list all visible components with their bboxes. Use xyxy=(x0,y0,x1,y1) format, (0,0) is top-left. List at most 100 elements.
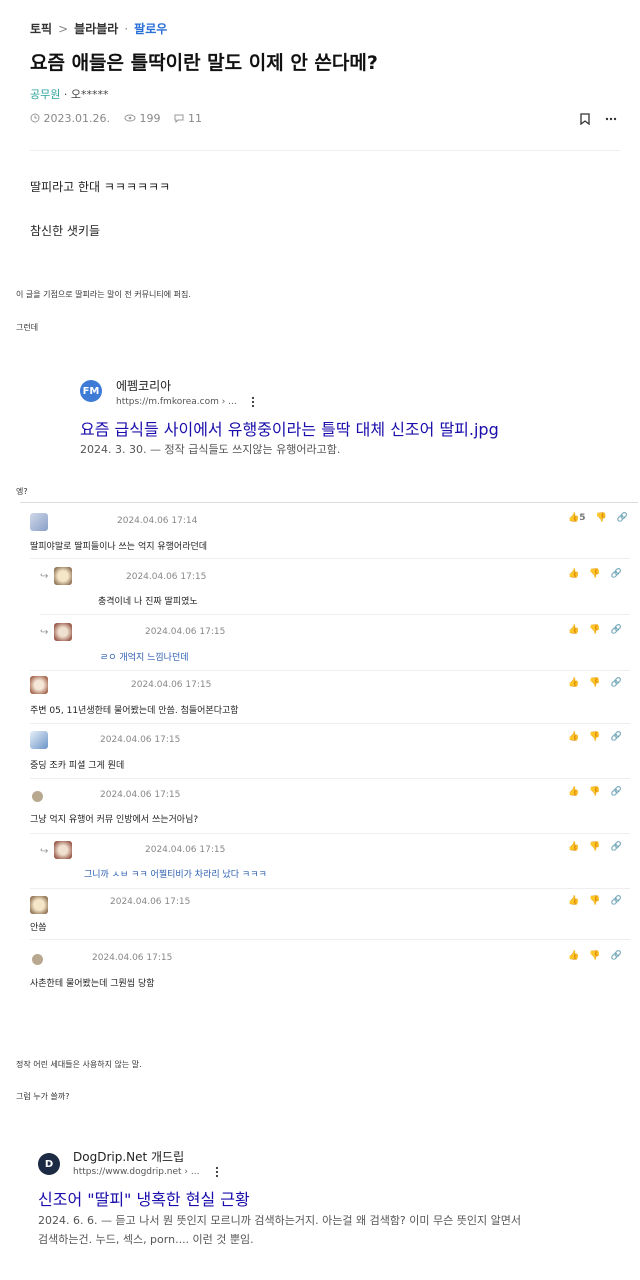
post-title: 요즘 애들은 틀딱이란 말도 이제 안 쓴다메? xyxy=(30,52,378,74)
thumb-down-icon[interactable]: 👎 xyxy=(595,513,606,523)
thumb-down-icon[interactable]: 👎 xyxy=(589,951,600,961)
link-icon[interactable]: 🔗 xyxy=(610,569,621,579)
comment-time: 2024.04.06 17:15 xyxy=(100,790,181,800)
avatar xyxy=(32,954,43,965)
reply-arrow-icon: ↪ xyxy=(40,846,49,857)
dogdrip-logo-icon: D xyxy=(38,1153,60,1175)
avatar xyxy=(30,896,48,914)
post-views: 199 xyxy=(124,112,161,125)
serp1-title-link[interactable]: 요즘 급식들 사이에서 유행중이라는 틀딱 대체 신조어 딸피.jpg xyxy=(80,416,499,440)
comment-text: 충격이네 나 진짜 딸피였노 xyxy=(98,597,198,607)
thumb-up-icon[interactable]: 👍 xyxy=(568,678,579,688)
more-icon[interactable] xyxy=(605,113,617,125)
link-icon[interactable]: 🔗 xyxy=(610,842,621,852)
bookmark-icon[interactable] xyxy=(580,113,590,125)
avatar xyxy=(54,623,72,641)
comment-actions: 👍 👎 🔗 xyxy=(568,625,622,635)
comment-time: 2024.04.06 17:15 xyxy=(145,845,226,855)
comment-time: 2024.04.06 17:15 xyxy=(131,680,212,690)
comment-actions: 👍 👎 🔗 xyxy=(568,951,622,961)
kebab-icon[interactable] xyxy=(250,396,256,408)
post-views-text: 199 xyxy=(139,112,161,125)
avatar xyxy=(30,513,48,531)
comment-row: 2024.04.06 17:15 그냥 억지 유행어 커뮤 인방에서 쓰는거아님… xyxy=(0,781,640,836)
follow-button[interactable]: 팔로우 xyxy=(134,20,167,37)
link-icon[interactable]: 🔗 xyxy=(617,513,628,523)
comment-time: 2024.04.06 17:15 xyxy=(145,627,226,637)
comment-row: 2024.04.06 17:15 중딩 조카 피셜 그게 뭔데 👍 👎 🔗 xyxy=(0,726,640,781)
post-date-text: 2023.01.26. xyxy=(43,112,110,125)
comment-actions: 👍 👎 🔗 xyxy=(568,678,622,688)
serp1-url[interactable]: https://m.fmkorea.com › ... xyxy=(116,397,237,407)
serp2-title-link[interactable]: 신조어 "딸피" 냉혹한 현실 근황 xyxy=(38,1186,250,1210)
thumb-up-icon[interactable]: 👍 xyxy=(568,787,579,797)
comment-time: 2024.04.06 17:15 xyxy=(110,897,191,907)
link-icon[interactable]: 🔗 xyxy=(610,951,621,961)
comment-actions: 👍5 👎 🔗 xyxy=(568,513,628,523)
thumb-down-icon[interactable]: 👎 xyxy=(589,787,600,797)
thumb-up-icon[interactable]: 👍 xyxy=(568,896,579,906)
serp2-snippet-line-1: 2024. 6. 6. — 듣고 나서 뭔 뜻인지 모르니까 검색하는거지. 아… xyxy=(38,1214,521,1227)
kebab-icon[interactable] xyxy=(214,1166,220,1178)
comment-text: 사촌한테 물어봤는데 그뭔씹 당함 xyxy=(30,979,155,989)
caption-4: 정작 어린 세대들은 사용하지 않는 말. xyxy=(16,1060,142,1069)
thumb-up-icon[interactable]: 👍 xyxy=(568,569,579,579)
eye-icon xyxy=(124,114,136,122)
comment-text: 주변 05, 11년생한테 물어봤는데 안씀. 첨들어본다고함 xyxy=(30,706,239,716)
thumb-down-icon[interactable]: 👎 xyxy=(589,625,600,635)
link-icon[interactable]: 🔗 xyxy=(610,625,621,635)
thumb-down-icon[interactable]: 👎 xyxy=(589,842,600,852)
fmkorea-logo-icon: FM xyxy=(80,380,102,402)
serp2-snippet-line-2: 검색하는건. 누드, 섹스, porn.... 이런 것 뿐임. xyxy=(38,1233,254,1246)
link-icon[interactable]: 🔗 xyxy=(610,732,621,742)
thumb-up-icon[interactable]: 👍 xyxy=(568,842,579,852)
comment-text: 그냥 억지 유행어 커뮤 인방에서 쓰는거아님? xyxy=(30,815,199,825)
thumb-up-icon[interactable]: 👍 xyxy=(568,732,579,742)
thumb-up-icon[interactable]: 👍5 xyxy=(568,513,585,523)
thumb-up-icon[interactable]: 👍 xyxy=(568,625,579,635)
serp2-url[interactable]: https://www.dogdrip.net › ... xyxy=(73,1167,199,1177)
serp1-snippet: 2024. 3. 30. — 정작 급식들도 쓰지않는 유행어라고함. xyxy=(80,443,341,456)
post-author: 공무원 · 오***** xyxy=(30,86,109,102)
thumb-down-icon[interactable]: 👎 xyxy=(589,732,600,742)
author-job[interactable]: 공무원 xyxy=(30,88,60,101)
post-date: 2023.01.26. xyxy=(30,112,110,125)
breadcrumb-dot: · xyxy=(124,21,129,36)
comment-actions: 👍 👎 🔗 xyxy=(568,732,622,742)
comment-text: 안씀 xyxy=(30,923,47,933)
link-icon[interactable]: 🔗 xyxy=(610,787,621,797)
comment-row-reply: ↪ 2024.04.06 17:15 ㄹㅇ 개억지 느낌나던데 👍 👎 🔗 xyxy=(0,615,640,671)
thumb-down-icon[interactable]: 👎 xyxy=(589,678,600,688)
breadcrumb: 토픽 > 블라블라 · 팔로우 xyxy=(30,20,167,37)
thumb-down-icon[interactable]: 👎 xyxy=(589,896,600,906)
post-comments: 11 xyxy=(174,112,202,125)
caption-1: 이 글을 기점으로 딸피라는 말이 전 커뮤니티에 퍼짐. xyxy=(16,290,191,299)
chevron-right-icon: > xyxy=(58,21,69,36)
serp1-site: 에펨코리아 xyxy=(116,379,172,393)
author-name: · 오***** xyxy=(63,88,109,101)
thumb-up-icon[interactable]: 👍 xyxy=(568,951,579,961)
breadcrumb-topic[interactable]: 토픽 xyxy=(30,20,52,37)
breadcrumb-board[interactable]: 블라블라 xyxy=(74,20,118,37)
link-icon[interactable]: 🔗 xyxy=(610,678,621,688)
comment-row: 2024.04.06 17:15 안씀 👍 👎 🔗 xyxy=(0,891,640,946)
row-divider xyxy=(30,723,630,724)
comment-icon xyxy=(174,114,184,124)
post-line-1: 딸피라고 한대 ㅋㅋㅋㅋㅋㅋ xyxy=(30,180,171,194)
reply-arrow-icon: ↪ xyxy=(40,571,49,582)
avatar xyxy=(54,841,72,859)
comment-row-reply: ↪ 2024.04.06 17:15 그니까 ㅅㅂ ㅋㅋ 어찔티비가 차라리 났… xyxy=(0,836,640,891)
avatar xyxy=(54,567,72,585)
like-count: 5 xyxy=(579,513,586,523)
link-icon[interactable]: 🔗 xyxy=(610,896,621,906)
avatar xyxy=(32,791,43,802)
clock-icon xyxy=(30,113,40,123)
post-comments-text: 11 xyxy=(187,112,202,125)
comment-time: 2024.04.06 17:15 xyxy=(100,735,181,745)
caption-3: 엥? xyxy=(16,487,28,496)
comment-time: 2024.04.06 17:15 xyxy=(126,572,207,582)
thumb-down-icon[interactable]: 👎 xyxy=(589,569,600,579)
comment-time: 2024.04.06 17:15 xyxy=(92,953,173,963)
caption-2: 그런데 xyxy=(16,323,39,332)
comment-text: 딸피야말로 딸피들이나 쓰는 억지 유행어라던데 xyxy=(30,542,208,552)
